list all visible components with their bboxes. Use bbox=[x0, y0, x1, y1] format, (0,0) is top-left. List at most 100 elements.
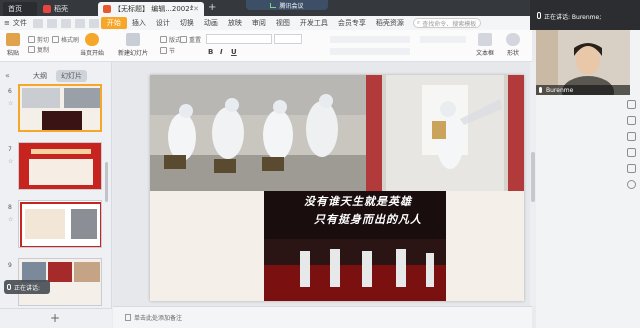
new-tab-icon[interactable]: + bbox=[208, 2, 216, 13]
notes-icon bbox=[125, 314, 131, 321]
microphone-icon bbox=[537, 12, 541, 19]
undo-icon[interactable] bbox=[74, 18, 85, 28]
slide-6-preview bbox=[20, 86, 100, 130]
close-icon[interactable]: ✕ bbox=[193, 5, 199, 13]
participant-video[interactable]: Burenme bbox=[536, 30, 630, 95]
participant-name: Burenme bbox=[546, 86, 574, 94]
photo-disinfection-workers bbox=[150, 75, 366, 191]
star-icon: ☆ bbox=[8, 100, 14, 107]
copy-button[interactable]: 复制 bbox=[28, 45, 49, 54]
copy-icon bbox=[28, 46, 35, 53]
slide-thumbnail[interactable] bbox=[18, 142, 102, 190]
tab-slides[interactable]: 幻灯片 bbox=[56, 70, 87, 82]
print-icon[interactable] bbox=[60, 18, 71, 28]
thumbnail-panel-footer: + bbox=[0, 308, 112, 328]
sidebar-tool-icon[interactable] bbox=[627, 180, 636, 189]
slide-thumbnail[interactable] bbox=[18, 84, 102, 132]
shape-button[interactable]: 形状 bbox=[506, 33, 520, 57]
thumbnail-scrollbar[interactable] bbox=[105, 162, 108, 202]
tab-presentation[interactable]: 【无标题】 编辑...2002年3月 ✕ bbox=[98, 2, 204, 16]
redo-icon[interactable] bbox=[88, 18, 99, 28]
banner-line-2: 只有挺身而出的凡人 bbox=[314, 213, 422, 226]
menu-transitions[interactable]: 切换 bbox=[175, 18, 199, 28]
menu-design[interactable]: 设计 bbox=[151, 18, 175, 28]
new-slide-icon bbox=[126, 33, 140, 46]
star-icon: ☆ bbox=[8, 158, 14, 165]
folder-icon[interactable] bbox=[32, 18, 43, 28]
textbox-button[interactable]: 文本框 bbox=[476, 33, 494, 57]
sidebar-tool-icon[interactable] bbox=[627, 116, 636, 125]
menu-docer-resources[interactable]: 稻壳资源 bbox=[371, 18, 409, 28]
file-menu-label: 文件 bbox=[12, 19, 27, 27]
command-search-input[interactable]: ⌕ 查找命令、搜索模板 bbox=[412, 18, 481, 28]
reset-icon bbox=[180, 36, 187, 43]
add-slide-button[interactable]: + bbox=[50, 311, 60, 325]
paragraph-tools[interactable] bbox=[330, 36, 410, 43]
format-painter-button[interactable]: 格式刷 bbox=[52, 35, 79, 44]
menu-icon: ≡ bbox=[4, 19, 10, 27]
font-family-select[interactable] bbox=[206, 34, 272, 44]
speaker-label: 正在讲话: Burenme; bbox=[544, 14, 602, 21]
new-slide-button[interactable]: 新建幻灯片 bbox=[118, 33, 148, 57]
tab-presentation-label: 【无标题】 编辑...2002年3月 bbox=[114, 5, 193, 13]
menu-slideshow[interactable]: 放映 bbox=[223, 18, 247, 28]
italic-button[interactable]: I bbox=[220, 48, 223, 56]
menu-home[interactable]: 开始 bbox=[100, 17, 127, 29]
tab-home[interactable]: 首页 bbox=[3, 2, 37, 16]
current-slide[interactable]: 没有谁天生就是英雄 只有挺身而出的凡人 bbox=[150, 75, 524, 301]
collapse-panel-icon[interactable]: « bbox=[5, 71, 10, 80]
scrollbar-thumb[interactable] bbox=[531, 152, 535, 202]
menu-view[interactable]: 视图 bbox=[271, 18, 295, 28]
text-tools[interactable] bbox=[420, 36, 466, 43]
reset-button[interactable]: 重置 bbox=[180, 35, 201, 44]
participant-name-bar: Burenme bbox=[536, 85, 630, 95]
sidebar-tool-icon[interactable] bbox=[627, 164, 636, 173]
layout-button[interactable]: 版式 bbox=[160, 35, 181, 44]
menu-member[interactable]: 会员专享 bbox=[333, 18, 371, 28]
slide-number: 8 bbox=[8, 204, 12, 211]
bold-button[interactable]: B bbox=[208, 48, 213, 56]
ribbon-toolbar: 粘贴 剪切 复制 格式刷 当页开始 新建幻灯片 版式 重置 节 B I U 文本… bbox=[0, 30, 532, 62]
sidebar-tool-icon[interactable] bbox=[627, 100, 636, 109]
textbox-label: 文本框 bbox=[476, 50, 495, 57]
banner-line-1: 没有谁天生就是英雄 bbox=[304, 195, 412, 208]
shape-icon bbox=[506, 33, 520, 46]
cut-icon bbox=[28, 36, 35, 43]
play-current-button[interactable]: 当页开始 bbox=[80, 33, 104, 57]
format-painter-label: 格式刷 bbox=[61, 37, 80, 44]
shape-label: 形状 bbox=[506, 50, 519, 57]
save-icon[interactable] bbox=[46, 18, 57, 28]
cut-button[interactable]: 剪切 bbox=[28, 35, 49, 44]
slide-thumbnail[interactable] bbox=[18, 200, 102, 248]
meeting-status-bar[interactable]: 腾讯会议 bbox=[246, 0, 328, 10]
paste-label: 粘贴 bbox=[6, 50, 19, 57]
play-label: 当页开始 bbox=[80, 50, 105, 57]
menu-animation[interactable]: 动画 bbox=[199, 18, 223, 28]
play-icon bbox=[85, 33, 99, 46]
alignment-tools[interactable] bbox=[330, 48, 410, 55]
file-menu[interactable]: ≡ 文件 bbox=[0, 18, 31, 28]
menu-review[interactable]: 审阅 bbox=[247, 18, 271, 28]
copy-label: 复制 bbox=[37, 47, 50, 54]
layout-icon bbox=[160, 36, 167, 43]
signal-icon bbox=[270, 2, 277, 8]
slide-number: 9 bbox=[8, 262, 12, 269]
slide-content bbox=[150, 75, 524, 301]
ribbon-menu: ≡ 文件 开始 插入 设计 切换 动画 放映 审阅 视图 开发工具 会员专享 稻… bbox=[0, 16, 532, 30]
font-size-select[interactable] bbox=[274, 34, 302, 44]
paste-button[interactable]: 粘贴 bbox=[6, 33, 20, 57]
tab-docer-label: 稻壳 bbox=[54, 5, 68, 13]
sidebar-tool-icon[interactable] bbox=[627, 148, 636, 157]
docer-icon bbox=[43, 5, 51, 13]
menu-developer[interactable]: 开发工具 bbox=[295, 18, 333, 28]
tab-outline[interactable]: 大纲 bbox=[28, 70, 52, 82]
underline-button[interactable]: U bbox=[231, 48, 237, 56]
tab-docer[interactable]: 稻壳 bbox=[38, 2, 96, 16]
search-placeholder: 查找命令、搜索模板 bbox=[422, 20, 477, 28]
slide-number: 6 bbox=[8, 88, 12, 95]
tab-home-label: 首页 bbox=[8, 5, 22, 13]
menu-insert[interactable]: 插入 bbox=[127, 18, 151, 28]
section-button[interactable]: 节 bbox=[160, 46, 175, 55]
notes-pane[interactable]: 单击此处添加备注 bbox=[113, 306, 532, 328]
sidebar-tool-icon[interactable] bbox=[627, 132, 636, 141]
